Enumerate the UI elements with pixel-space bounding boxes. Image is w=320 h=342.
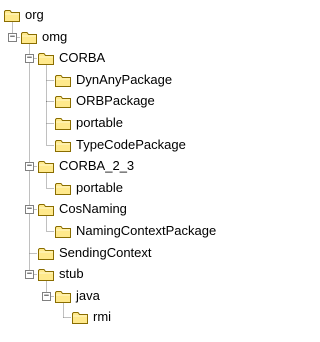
folder-icon bbox=[21, 32, 37, 44]
tree-item-label: TypeCodePackage bbox=[76, 137, 186, 152]
tree-item-label: rmi bbox=[93, 309, 112, 324]
collapse-toggle[interactable]: − bbox=[42, 292, 51, 301]
collapse-toggle[interactable]: − bbox=[25, 205, 34, 214]
folder-icon bbox=[38, 269, 54, 281]
folder-icon bbox=[72, 312, 88, 324]
folder-icon bbox=[55, 118, 71, 130]
tree-item-label: omg bbox=[42, 29, 68, 44]
folder-icon bbox=[55, 226, 71, 238]
tree-item-label: DynAnyPackage bbox=[76, 72, 173, 87]
tree-item-label: stub bbox=[59, 266, 84, 281]
tree-item-label: ORBPackage bbox=[76, 93, 155, 108]
folder-icon bbox=[4, 10, 20, 22]
tree-item-label: portable bbox=[76, 180, 123, 195]
tree-item-label: NamingContextPackage bbox=[76, 223, 217, 238]
folder-icon bbox=[55, 291, 71, 303]
package-tree: org omg − CORBA − DynAnyPackage ORBPackage port… bbox=[0, 0, 305, 342]
collapse-toggle[interactable]: − bbox=[25, 54, 34, 63]
tree-item-label: java bbox=[76, 288, 100, 303]
folder-icon bbox=[55, 140, 71, 152]
tree-item-label: CosNaming bbox=[59, 201, 127, 216]
folder-icon bbox=[38, 248, 54, 260]
collapse-toggle[interactable]: − bbox=[25, 162, 34, 171]
collapse-toggle[interactable]: − bbox=[25, 270, 34, 279]
tree-item-label: CORBA bbox=[59, 50, 106, 65]
folder-icon bbox=[38, 161, 54, 173]
tree-item-label: org bbox=[25, 7, 44, 22]
collapse-toggle[interactable]: − bbox=[8, 33, 17, 42]
folder-icon bbox=[38, 204, 54, 216]
folder-icon bbox=[38, 53, 54, 65]
folder-icon bbox=[55, 96, 71, 108]
folder-icon bbox=[55, 75, 71, 87]
folder-icon bbox=[55, 183, 71, 195]
tree-item-label: portable bbox=[76, 115, 123, 130]
tree-item-label: SendingContext bbox=[59, 245, 152, 260]
tree-item-label: CORBA_2_3 bbox=[59, 158, 135, 173]
